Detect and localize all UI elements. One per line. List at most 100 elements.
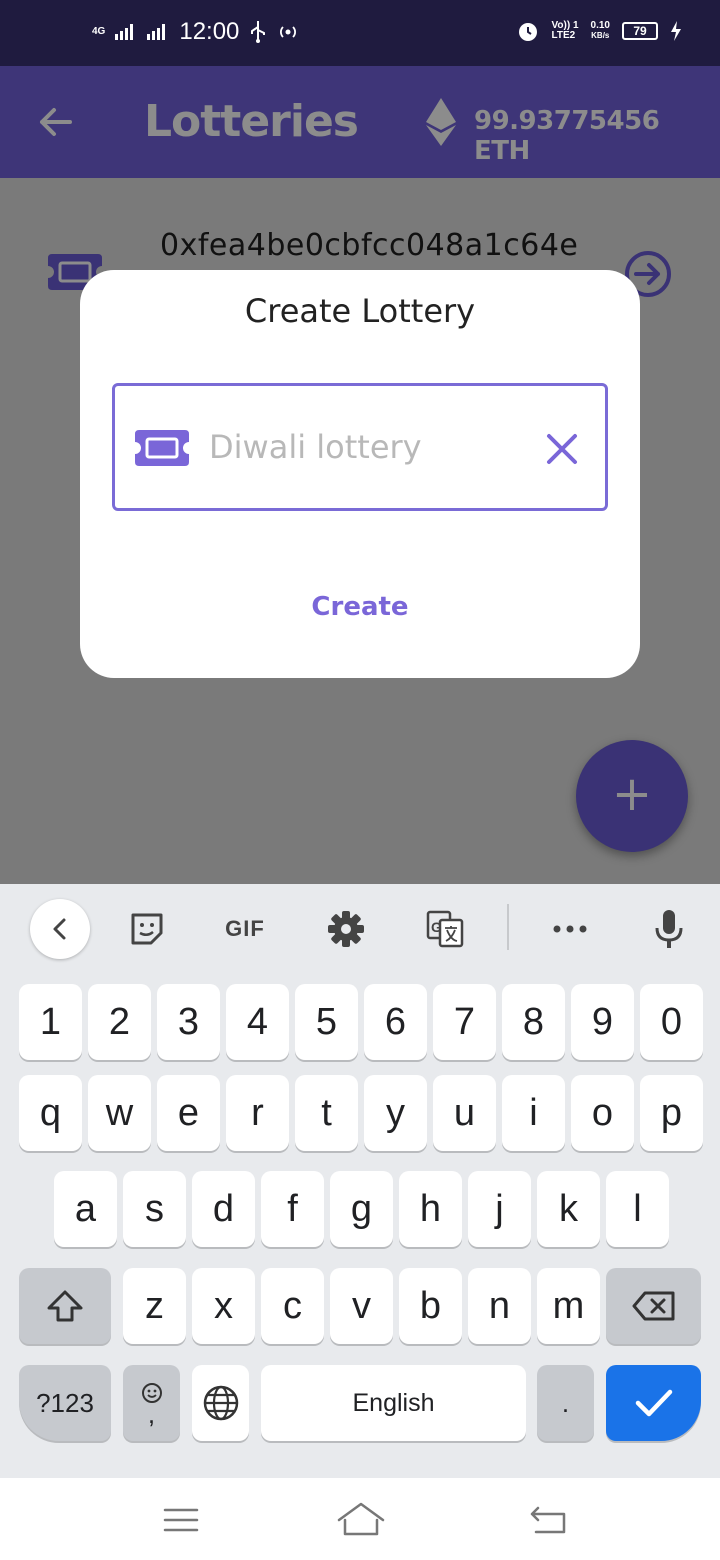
voice-input-button[interactable] (640, 904, 698, 954)
lte-label: LTE2 (551, 30, 576, 41)
battery-level: 79 (633, 24, 647, 38)
key-e[interactable]: e (157, 1075, 220, 1151)
back-nav-icon[interactable] (526, 1498, 570, 1542)
lottery-name-field[interactable] (112, 383, 608, 511)
key-v[interactable]: v (330, 1268, 393, 1344)
translate-button[interactable]: G (416, 904, 474, 954)
period-key[interactable]: . (537, 1365, 594, 1441)
key-z[interactable]: z (123, 1268, 186, 1344)
charging-icon (671, 21, 681, 41)
gif-button[interactable]: GIF (216, 904, 274, 954)
wallet-balance: 99.93775456 ETH (474, 106, 660, 166)
key-d[interactable]: d (192, 1171, 255, 1247)
translate-icon: G (426, 910, 464, 948)
comma-key-label: , (147, 1399, 156, 1429)
key-u[interactable]: u (433, 1075, 496, 1151)
home-icon[interactable] (335, 1498, 387, 1542)
key-c[interactable]: c (261, 1268, 324, 1344)
key-h[interactable]: h (399, 1171, 462, 1247)
key-0[interactable]: 0 (640, 984, 703, 1060)
key-f[interactable]: f (261, 1171, 324, 1247)
backspace-key[interactable] (606, 1268, 701, 1344)
key-o[interactable]: o (571, 1075, 634, 1151)
key-i[interactable]: i (502, 1075, 565, 1151)
battery-indicator: 79 (622, 22, 658, 40)
hotspot-icon (280, 26, 297, 38)
ticket-icon (135, 430, 189, 466)
key-1[interactable]: 1 (19, 984, 82, 1060)
sticker-icon (131, 913, 163, 945)
status-bar: 4G 12:00 Vo)) 1 LTE2 0.10 KB/s 79 (0, 0, 720, 66)
chevron-left-icon (53, 918, 66, 940)
key-2[interactable]: 2 (88, 984, 151, 1060)
key-a[interactable]: a (54, 1171, 117, 1247)
key-s[interactable]: s (123, 1171, 186, 1247)
key-l[interactable]: l (606, 1171, 669, 1247)
usb-icon (251, 21, 266, 43)
keyboard: GIF G 1 2 3 4 5 6 7 8 9 0 q w e r t y u … (0, 884, 720, 1478)
settings-button[interactable] (317, 904, 375, 954)
keyboard-toolbar: GIF G (0, 884, 720, 974)
sticker-button[interactable] (118, 904, 176, 954)
toolbar-divider (507, 904, 509, 950)
enter-key[interactable] (606, 1365, 701, 1441)
dialog-title: Create Lottery (244, 292, 476, 330)
key-n[interactable]: n (468, 1268, 531, 1344)
clock: 12:00 (179, 18, 240, 45)
comma-key[interactable]: , (123, 1365, 180, 1441)
symbols-key-label: ?123 (36, 1387, 94, 1418)
key-m[interactable]: m (537, 1268, 600, 1344)
key-9[interactable]: 9 (571, 984, 634, 1060)
period-key-label: . (561, 1387, 570, 1418)
signal-icon-2 (147, 24, 166, 40)
key-3[interactable]: 3 (157, 984, 220, 1060)
checkmark-icon (635, 1389, 672, 1417)
ethereum-icon (426, 98, 456, 146)
lottery-address: 0xfea4be0cbfcc048a1c64e (160, 228, 579, 263)
status-right: Vo)) 1 LTE2 0.10 KB/s 79 (517, 20, 682, 42)
key-p[interactable]: p (640, 1075, 703, 1151)
svg-text:G: G (431, 919, 442, 935)
key-5[interactable]: 5 (295, 984, 358, 1060)
key-6[interactable]: 6 (364, 984, 427, 1060)
menu-icon[interactable] (159, 1498, 203, 1542)
create-button[interactable]: Create (80, 592, 640, 622)
shift-icon (47, 1290, 83, 1322)
shift-key[interactable] (19, 1268, 111, 1344)
signal-icon (115, 24, 134, 40)
network-type: 4G (92, 26, 106, 37)
gear-icon (328, 911, 364, 947)
microphone-icon (655, 910, 683, 948)
page-title: Lotteries (144, 96, 359, 147)
key-g[interactable]: g (330, 1171, 393, 1247)
more-button[interactable] (541, 904, 599, 954)
create-lottery-dialog: Create Lottery Create (80, 270, 640, 678)
symbols-key[interactable]: ?123 (19, 1365, 111, 1441)
status-left: 4G 12:00 (92, 18, 299, 46)
space-key[interactable]: English (261, 1365, 526, 1441)
arrow-left-icon[interactable] (36, 102, 76, 142)
more-horizontal-icon (553, 925, 587, 933)
system-navigation-bar (0, 1478, 720, 1560)
speed-unit: KB/s (591, 31, 610, 40)
key-4[interactable]: 4 (226, 984, 289, 1060)
key-w[interactable]: w (88, 1075, 151, 1151)
speed-value: 0.10 (590, 20, 610, 31)
key-y[interactable]: y (364, 1075, 427, 1151)
collapse-toolbar-button[interactable] (30, 899, 90, 959)
key-j[interactable]: j (468, 1171, 531, 1247)
add-lottery-button[interactable]: + (576, 740, 688, 852)
key-q[interactable]: q (19, 1075, 82, 1151)
lottery-name-input[interactable] (209, 424, 519, 470)
key-r[interactable]: r (226, 1075, 289, 1151)
language-key[interactable] (192, 1365, 249, 1441)
key-x[interactable]: x (192, 1268, 255, 1344)
key-k[interactable]: k (537, 1171, 600, 1247)
app-bar: Lotteries 99.93775456 ETH (0, 66, 720, 178)
key-t[interactable]: t (295, 1075, 358, 1151)
key-b[interactable]: b (399, 1268, 462, 1344)
key-7[interactable]: 7 (433, 984, 496, 1060)
key-8[interactable]: 8 (502, 984, 565, 1060)
close-icon[interactable] (545, 432, 579, 466)
globe-icon (203, 1385, 238, 1421)
